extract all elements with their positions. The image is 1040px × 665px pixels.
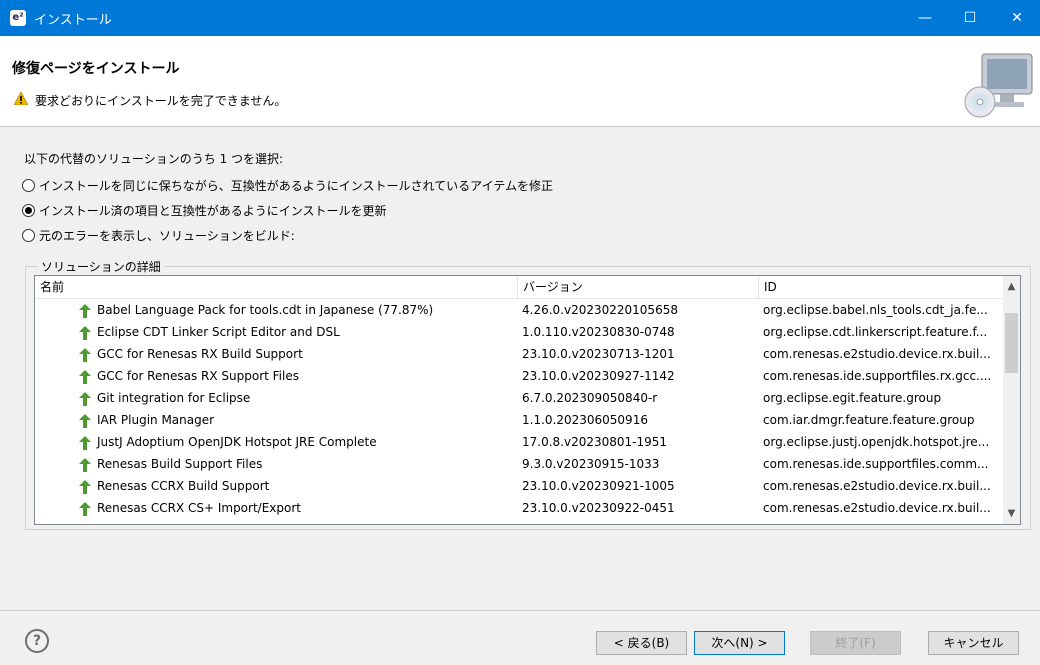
row-name-text: GCC for Renesas RX Support Files [97, 369, 299, 383]
vertical-scrollbar[interactable]: ▲ ▼ [1003, 276, 1020, 524]
scroll-up-icon[interactable]: ▲ [1003, 278, 1020, 295]
row-name-text: Renesas Build Support Files [97, 457, 263, 471]
option-show-original-error[interactable]: 元のエラーを表示し、ソリューションをビルド: [22, 226, 295, 244]
column-name[interactable]: 名前 [35, 276, 515, 298]
solution-details-table[interactable]: 名前 バージョン ID Babel Language Pack for tool… [34, 275, 1021, 525]
help-icon[interactable]: ? [25, 629, 49, 653]
row-name-text: Eclipse CDT Linker Script Editor and DSL [97, 325, 340, 339]
cell-version: 4.26.0.v20230220105658 [522, 303, 678, 317]
update-arrow-icon [79, 347, 91, 362]
minimize-button[interactable]: — [902, 0, 948, 36]
cell-id: org.eclipse.cdt.linkerscript.feature.f..… [763, 325, 988, 339]
window-title: インストール [34, 13, 112, 28]
warning-icon [14, 92, 28, 105]
scroll-down-icon[interactable]: ▼ [1003, 505, 1020, 522]
back-button[interactable]: < 戻る(B) [596, 631, 687, 655]
row-name-text: Renesas CCRX CS+ Import/Export [97, 501, 301, 515]
eclipse-app-icon: e² [10, 10, 26, 26]
cell-version: 1.0.110.v20230830-0748 [522, 325, 675, 339]
table-row[interactable]: IAR Plugin Manager 1.1.0.202306050916 com.… [35, 409, 1003, 431]
cell-version: 23.10.0.v20230922-0451 [522, 501, 675, 515]
table-row[interactable]: Babel Language Pack for tools.cdt in Jap… [35, 299, 1003, 321]
radio-button[interactable] [22, 178, 35, 192]
table-row[interactable]: GCC for Renesas RX Support Files 23.10.0.… [35, 365, 1003, 387]
cell-id: org.eclipse.egit.feature.group [763, 391, 942, 405]
cancel-button[interactable]: キャンセル [928, 631, 1019, 655]
cell-name: Renesas CCRX CS+ Import/Export [79, 497, 515, 519]
cell-version: 1.1.0.202306050916 [522, 413, 648, 427]
radio-button-selected[interactable] [22, 203, 35, 217]
table-row[interactable]: Git integration for Eclipse 6.7.0.2023090… [35, 387, 1003, 409]
row-name-text: JustJ Adoptium OpenJDK Hotspot JRE Compl… [97, 435, 377, 449]
option-label: 元のエラーを表示し、ソリューションをビルド: [39, 228, 295, 243]
cell-name: Renesas CCRX Build Support [79, 475, 515, 497]
update-arrow-icon [79, 501, 91, 516]
cell-id: com.renesas.e2studio.device.rx.buil... [763, 479, 991, 493]
cell-name: GCC for Renesas RX Build Support [79, 343, 515, 365]
page-message: 要求どおりにインストールを完了できません。 [35, 94, 287, 108]
row-name-text: Renesas CCRX Build Support [97, 479, 270, 493]
radio-button[interactable] [22, 228, 35, 242]
cell-name: Git integration for Eclipse [79, 387, 515, 409]
maximize-button[interactable]: ☐ [947, 0, 993, 36]
page-title: 修復ページをインストール [12, 61, 180, 77]
option-label: インストールを同じに保ちながら、互換性があるようにインストールされているアイテム… [39, 178, 553, 193]
update-arrow-icon [79, 435, 91, 450]
row-name-text: Git integration for Eclipse [97, 391, 251, 405]
update-arrow-icon [79, 369, 91, 384]
cell-id: com.renesas.ide.supportfiles.comm... [763, 457, 989, 471]
install-computer-icon [964, 53, 1033, 118]
cell-id: com.renesas.e2studio.device.rx.buil... [763, 347, 991, 361]
title-bar: e² インストール — ☐ ✕ [0, 0, 1040, 36]
update-arrow-icon [79, 479, 91, 494]
close-button[interactable]: ✕ [994, 0, 1040, 36]
cell-name: JustJ Adoptium OpenJDK Hotspot JRE Compl… [79, 431, 515, 453]
wizard-header: 修復ページをインストール 要求どおりにインストールを完了できません。 [0, 36, 1040, 127]
cell-name: Babel Language Pack for tools.cdt in Jap… [79, 299, 515, 321]
selection-prompt: 以下の代替のソリューションのうち 1 つを選択: [24, 152, 284, 166]
option-update-installation[interactable]: インストール済の項目と互換性があるようにインストールを更新 [22, 201, 387, 219]
cell-name: IAR Plugin Manager [79, 409, 515, 431]
table-row[interactable]: Renesas Build Support Files 9.3.0.v202309… [35, 453, 1003, 475]
row-name-text: IAR Plugin Manager [97, 413, 215, 427]
row-name-text: GCC for Renesas RX Build Support [97, 347, 303, 361]
finish-button[interactable]: 終了(F) [810, 631, 901, 655]
cell-id: org.eclipse.babel.nls_tools.cdt_ja.fe... [763, 303, 988, 317]
cell-name: Renesas Build Support Files [79, 453, 515, 475]
table-row[interactable]: Renesas CCRX Build Support 23.10.0.v20230… [35, 475, 1003, 497]
cell-name: GCC for Renesas RX Support Files [79, 365, 515, 387]
table-row[interactable]: JustJ Adoptium OpenJDK Hotspot JRE Compl… [35, 431, 1003, 453]
update-arrow-icon [79, 303, 91, 318]
cell-id: com.renesas.ide.supportfiles.rx.gcc.... [763, 369, 992, 383]
cell-version: 9.3.0.v20230915-1033 [522, 457, 660, 471]
cell-version: 17.0.8.v20230801-1951 [522, 435, 668, 449]
cell-version: 23.10.0.v20230927-1142 [522, 369, 675, 383]
cell-id: com.renesas.e2studio.device.rx.buil... [763, 501, 991, 515]
cell-name: Eclipse CDT Linker Script Editor and DSL [79, 321, 515, 343]
cell-version: 23.10.0.v20230713-1201 [522, 347, 675, 361]
table-header: 名前 バージョン ID [35, 276, 1003, 299]
option-repair-installed[interactable]: インストールを同じに保ちながら、互換性があるようにインストールされているアイテム… [22, 176, 553, 194]
table-row[interactable]: GCC for Renesas RX Build Support 23.10.0.… [35, 343, 1003, 365]
scroll-thumb[interactable] [1005, 313, 1018, 373]
group-label: ソリューションの詳細 [38, 258, 164, 275]
cell-version: 23.10.0.v20230921-1005 [522, 479, 675, 493]
cell-version: 6.7.0.202309050840-r [522, 391, 658, 405]
update-arrow-icon [79, 325, 91, 340]
next-button[interactable]: 次へ(N) > [694, 631, 785, 655]
column-version[interactable]: バージョン [517, 276, 757, 298]
cell-id: com.iar.dmgr.feature.feature.group [763, 413, 975, 427]
table-row[interactable]: Eclipse CDT Linker Script Editor and DSL… [35, 321, 1003, 343]
cell-id: org.eclipse.justj.openjdk.hotspot.jre... [763, 435, 990, 449]
update-arrow-icon [79, 457, 91, 472]
update-arrow-icon [79, 413, 91, 428]
table-row[interactable]: Renesas CCRX CS+ Import/Export 23.10.0.v2… [35, 497, 1003, 519]
column-id[interactable]: ID [758, 276, 1003, 298]
option-label: インストール済の項目と互換性があるようにインストールを更新 [39, 203, 387, 218]
update-arrow-icon [79, 391, 91, 406]
row-name-text: Babel Language Pack for tools.cdt in Jap… [97, 303, 434, 317]
footer-divider [0, 610, 1040, 611]
